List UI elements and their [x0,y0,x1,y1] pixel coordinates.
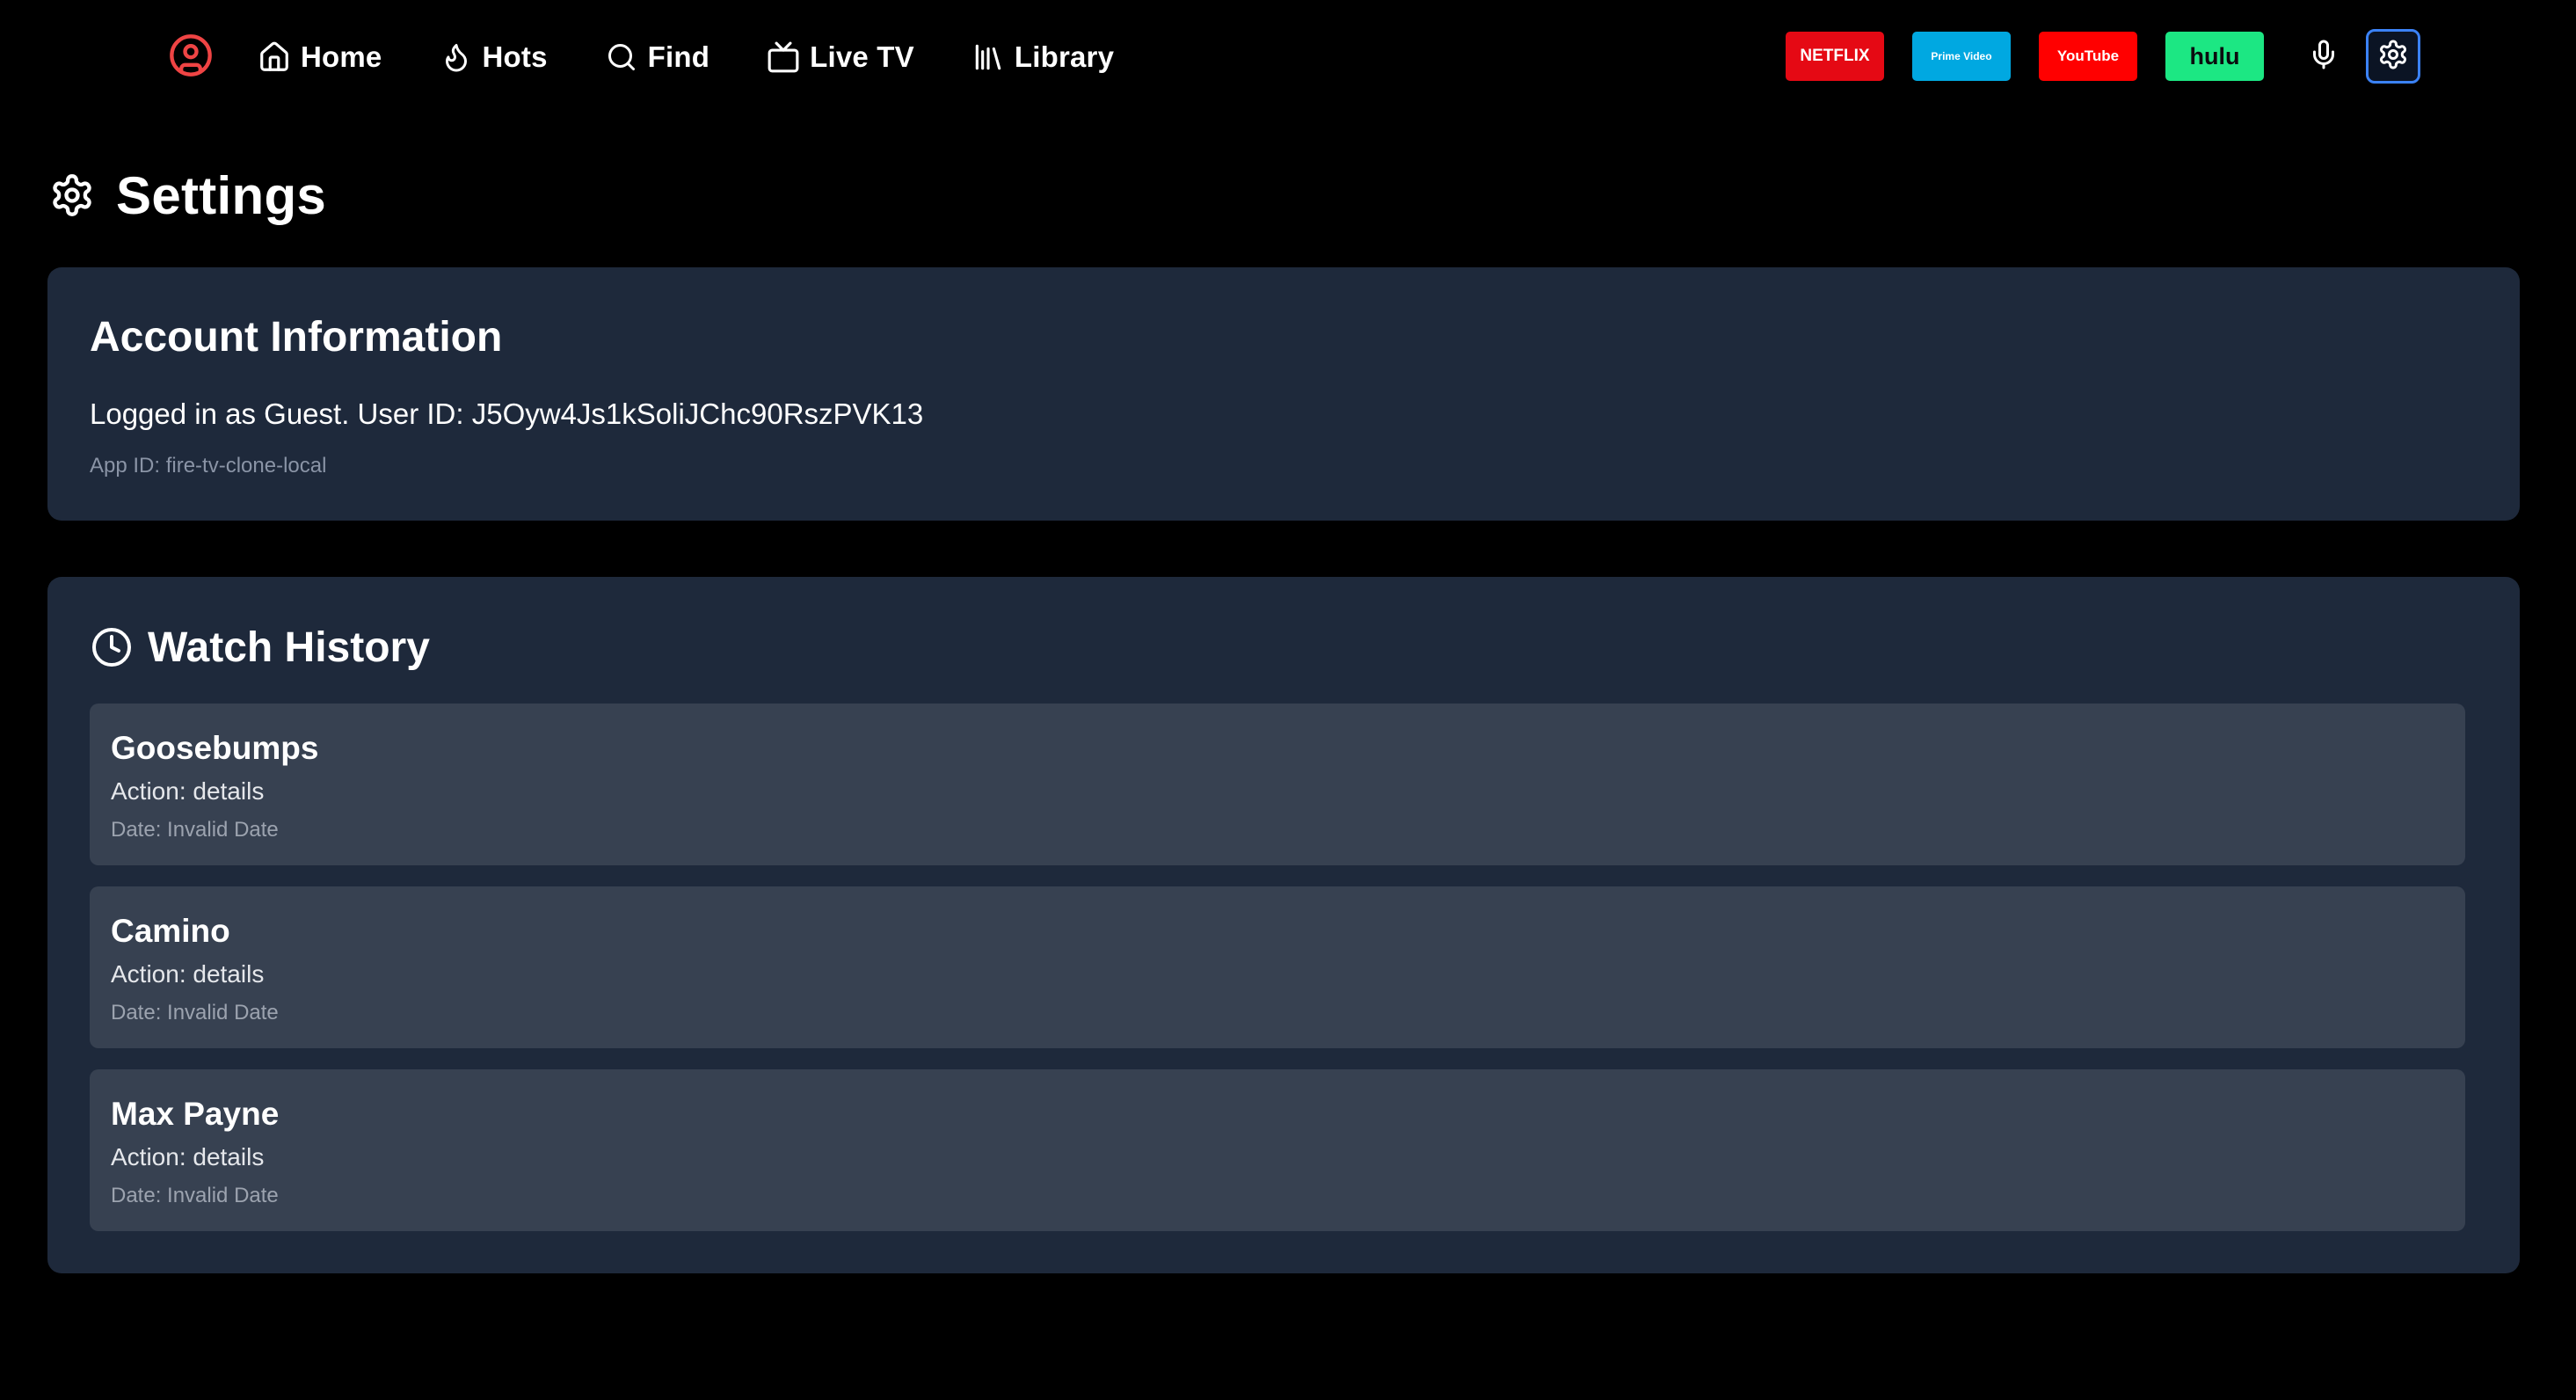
history-item[interactable]: Goosebumps Action: details Date: Invalid… [90,704,2465,865]
history-item-action: Action: details [111,960,265,988]
history-item-title: Camino [111,913,230,949]
app-id-text: App ID: fire-tv-clone-local [90,454,327,478]
profile-button[interactable] [165,32,216,83]
account-information-title: Account Information [90,314,503,361]
microphone-icon [2308,39,2340,75]
history-item-title: Max Payne [111,1096,280,1132]
hulu-app-button[interactable]: hulu [2165,32,2264,81]
user-circle-icon [168,33,214,83]
nav-item-label: Live TV [810,40,914,73]
netflix-app-button[interactable]: NETFLIX [1786,32,1884,81]
library-icon [971,40,1006,75]
nav-item-label: Hots [482,40,548,73]
nav-item-label: Home [301,40,382,73]
youtube-app-button[interactable]: YouTube [2039,32,2137,81]
page-header: Settings [47,165,327,225]
history-item[interactable]: Max Payne Action: details Date: Invalid … [90,1069,2465,1231]
nav-item-label: Library [1014,40,1115,73]
history-item-action: Action: details [111,1143,265,1170]
settings-button[interactable] [2366,29,2420,84]
nav-item-hots[interactable]: Hots [439,32,548,83]
tv-icon [766,40,801,75]
nav-item-label: Find [647,40,710,73]
home-icon [257,40,292,75]
history-item-date: Date: Invalid Date [111,1001,279,1024]
top-navigation: Home Hots Find Live TV Library NETFLIX P… [0,0,2576,114]
history-item-title: Goosebumps [111,730,319,766]
page-title: Settings [116,165,327,225]
prime-video-app-button[interactable]: Prime Video [1912,32,2011,81]
nav-item-library[interactable]: Library [971,32,1114,83]
account-information-card: Account Information Logged in as Guest. … [47,267,2520,521]
watch-history-header: Watch History [90,621,430,674]
nav-item-find[interactable]: Find [604,32,709,83]
logged-in-user-text: Logged in as Guest. User ID: J5Oyw4Js1kS… [90,397,924,430]
gear-icon [2377,39,2409,75]
watch-history-card: Watch History Goosebumps Action: details… [47,577,2520,1273]
nav-right-group: NETFLIX Prime Video YouTube hulu [1786,29,2420,84]
history-item-action: Action: details [111,777,265,805]
flame-icon [439,40,474,75]
search-icon [604,40,639,75]
watch-history-list: Goosebumps Action: details Date: Invalid… [90,704,2465,1252]
gear-icon [47,171,97,220]
clock-icon [90,625,134,669]
watch-history-title: Watch History [148,623,430,671]
nav-item-live-tv[interactable]: Live TV [766,32,914,83]
history-item-date: Date: Invalid Date [111,1184,279,1207]
voice-search-button[interactable] [2299,32,2348,81]
nav-item-home[interactable]: Home [257,32,382,83]
nav-left-group: Home Hots Find Live TV Library [165,32,1170,83]
history-item[interactable]: Camino Action: details Date: Invalid Dat… [90,886,2465,1048]
history-item-date: Date: Invalid Date [111,818,279,842]
